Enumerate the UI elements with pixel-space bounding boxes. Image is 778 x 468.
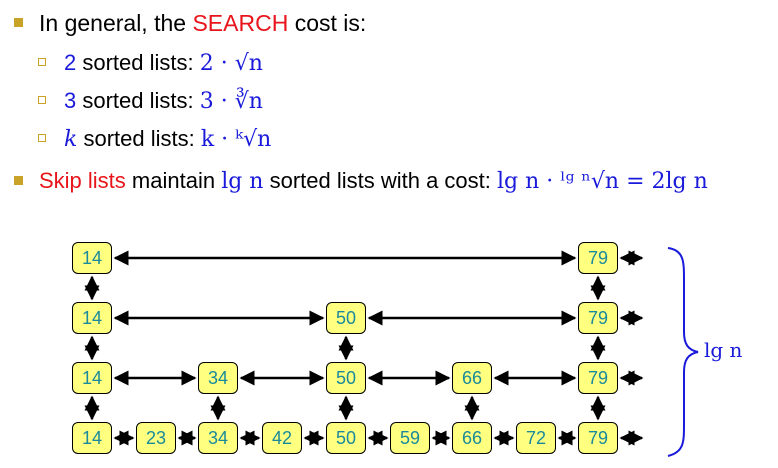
skip-node-50-level-2: 50	[326, 362, 366, 394]
skip-list-diagram	[84, 247, 699, 457]
skip-node-14-level-3: 14	[72, 302, 112, 334]
skip-node-34-level-2: 34	[198, 362, 238, 394]
skip-node-50-level-3: 50	[326, 302, 366, 334]
brace-label: lg n	[704, 338, 743, 362]
skip-node-66-level-2: 66	[452, 362, 492, 394]
skip-node-42-level-1: 42	[262, 422, 302, 454]
skip-node-79-level-3: 79	[578, 302, 618, 334]
skip-node-79-level-1: 79	[578, 422, 618, 454]
skip-node-14-level-2: 14	[72, 362, 112, 394]
skip-node-14-level-1: 14	[72, 422, 112, 454]
curly-brace	[667, 247, 699, 457]
skip-node-66-level-1: 66	[452, 422, 492, 454]
skip-node-23-level-1: 23	[136, 422, 176, 454]
skip-node-34-level-1: 34	[198, 422, 238, 454]
skip-node-50-level-1: 50	[326, 422, 366, 454]
skip-node-79-level-2: 79	[578, 362, 618, 394]
skip-node-79-level-4: 79	[578, 242, 618, 274]
skip-node-59-level-1: 59	[390, 422, 430, 454]
skip-node-14-level-4: 14	[72, 242, 112, 274]
skip-node-72-level-1: 72	[516, 422, 556, 454]
